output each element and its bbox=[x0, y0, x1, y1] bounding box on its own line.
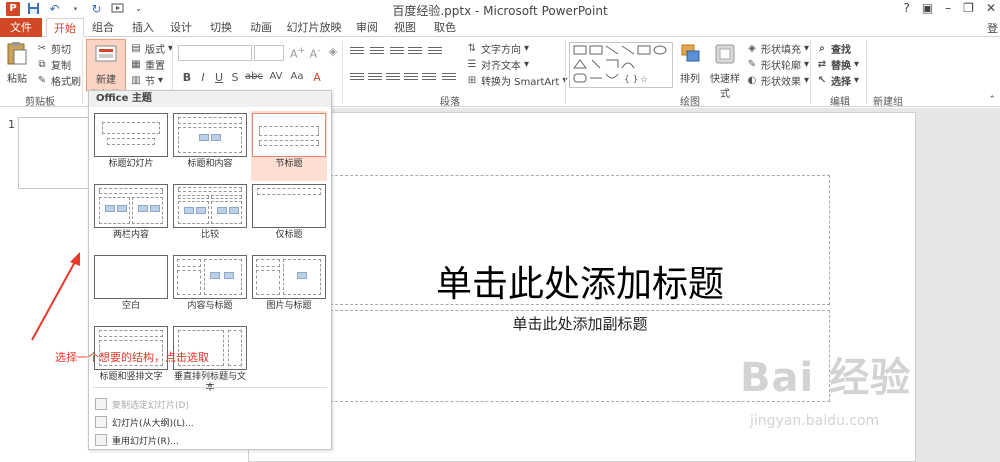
baidu-watermark: Bai 经验 jingyan.baidu.com bbox=[740, 345, 980, 445]
annotation-text: 选择一个想要的结构，点击选取 bbox=[55, 351, 209, 364]
watermark-logo: Bai 经验 bbox=[740, 355, 912, 401]
watermark-url: jingyan.baidu.com bbox=[750, 413, 880, 429]
